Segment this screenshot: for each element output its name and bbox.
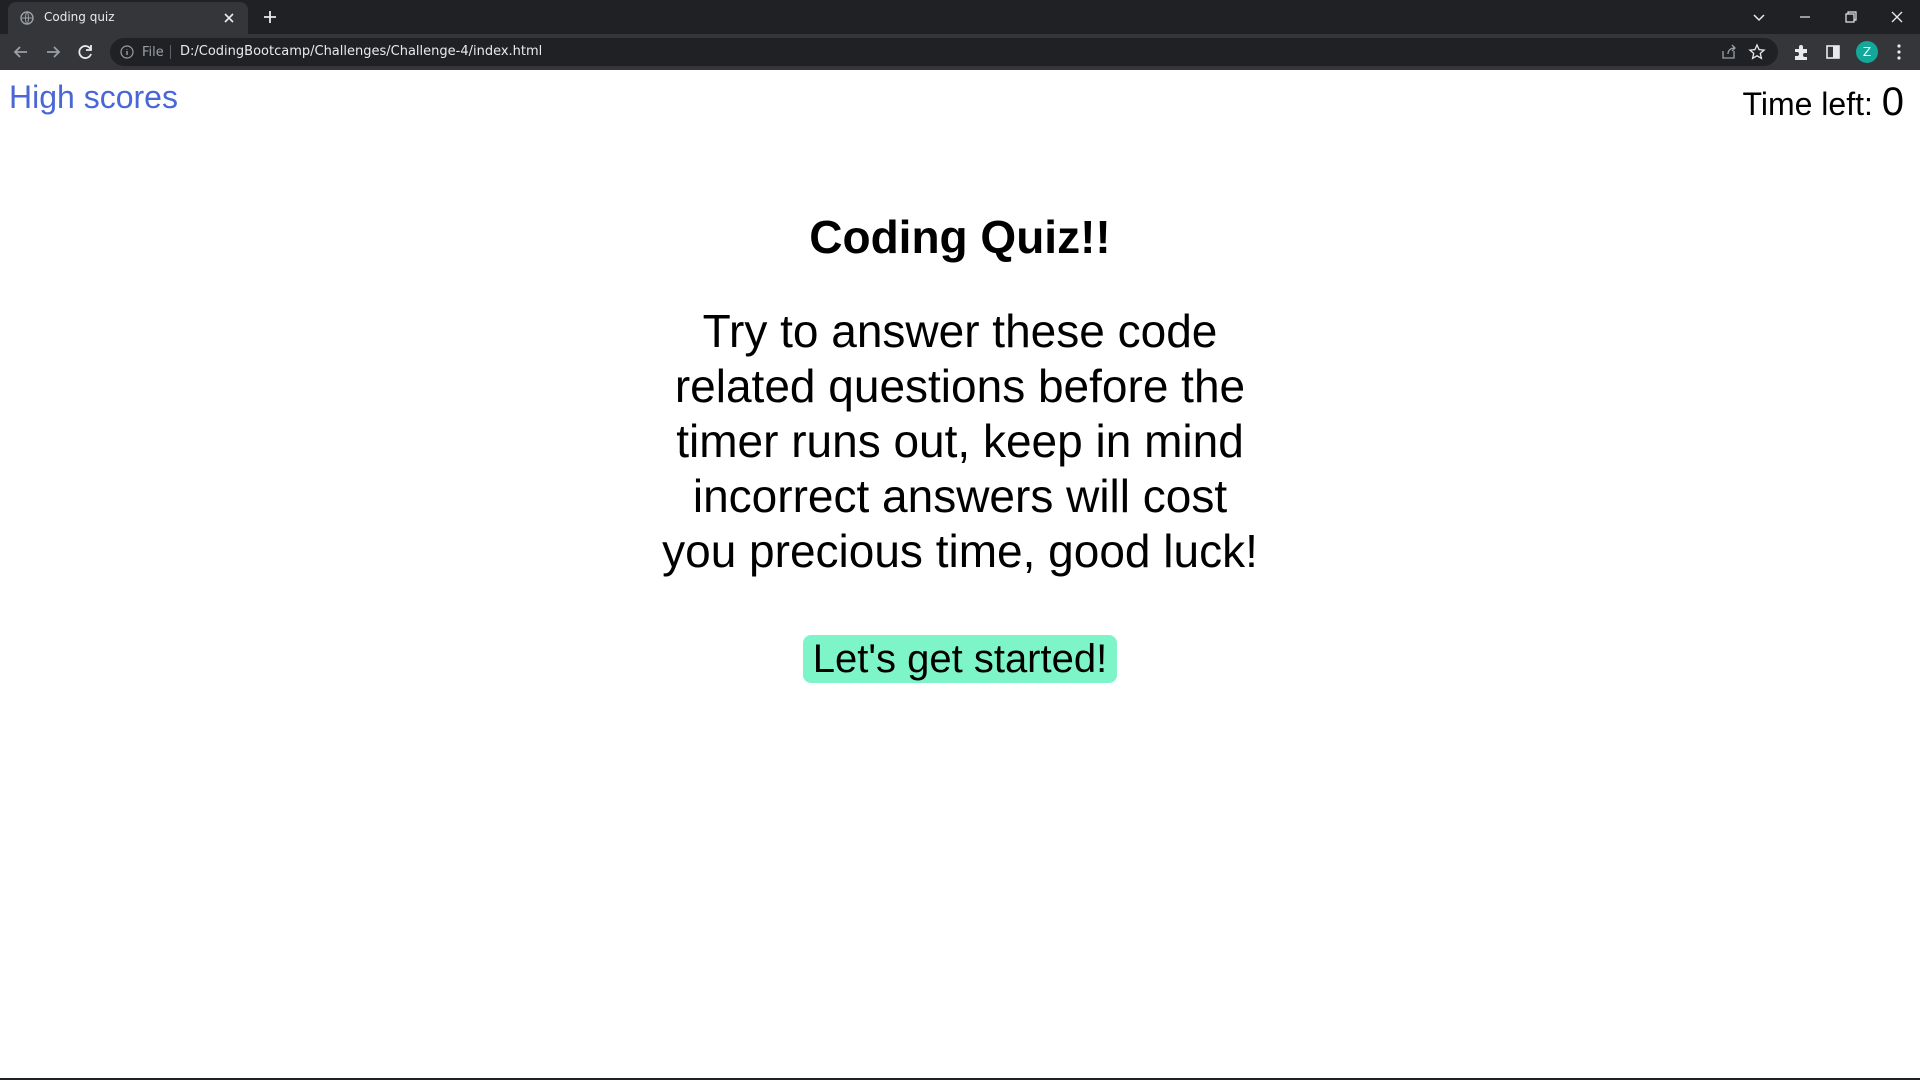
globe-icon — [20, 11, 34, 25]
quiz-intro-section: Coding Quiz!! Try to answer these code r… — [660, 210, 1260, 683]
high-scores-link[interactable]: High scores — [9, 79, 178, 116]
page-content: High scores Time left: 0 Coding Quiz!! T… — [0, 70, 1920, 1080]
intro-text: Try to answer these code related questio… — [662, 305, 1258, 577]
timer-value: 0 — [1881, 80, 1904, 124]
timer-label: Time left: — [1742, 86, 1873, 122]
back-icon[interactable] — [10, 41, 32, 63]
restore-icon[interactable] — [1840, 6, 1862, 28]
extensions-icon[interactable] — [1790, 41, 1812, 63]
close-window-icon[interactable] — [1886, 6, 1908, 28]
page-title: Coding Quiz!! — [809, 211, 1111, 263]
timer: Time left: 0 — [1742, 80, 1904, 125]
address-bar[interactable]: File D:/CodingBootcamp/Challenges/Challe… — [110, 38, 1778, 66]
browser-toolbar: File D:/CodingBootcamp/Challenges/Challe… — [0, 34, 1920, 70]
plus-icon[interactable] — [260, 7, 280, 27]
tab-title: Coding quiz — [44, 10, 115, 24]
address-separator — [170, 45, 171, 59]
minimize-icon[interactable] — [1794, 6, 1816, 28]
share-icon[interactable] — [1720, 43, 1738, 61]
address-scheme: File — [142, 45, 164, 60]
info-icon[interactable] — [120, 45, 134, 59]
star-icon[interactable] — [1748, 43, 1766, 61]
close-icon[interactable] — [220, 9, 238, 27]
menu-icon[interactable] — [1888, 41, 1910, 63]
start-quiz-button[interactable]: Let's get started! — [802, 635, 1118, 683]
side-panel-icon[interactable] — [1822, 41, 1844, 63]
profile-avatar[interactable]: Z — [1856, 41, 1878, 63]
browser-tab[interactable]: Coding quiz — [8, 2, 248, 34]
forward-icon[interactable] — [42, 41, 64, 63]
address-url[interactable]: D:/CodingBootcamp/Challenges/Challenge-4… — [180, 44, 542, 59]
tab-strip: Coding quiz — [0, 0, 1920, 34]
chevron-down-icon[interactable] — [1748, 6, 1770, 28]
reload-icon[interactable] — [74, 41, 96, 63]
